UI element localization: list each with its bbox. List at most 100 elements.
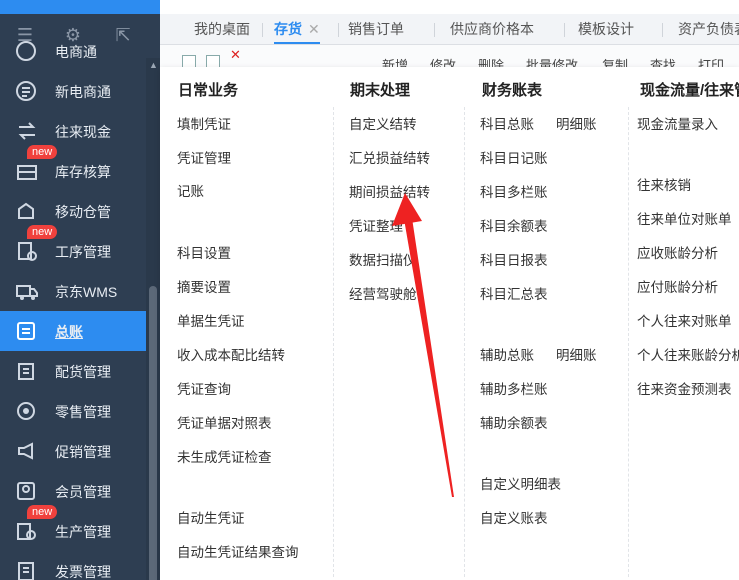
menu-item[interactable]: 应收账龄分析 bbox=[637, 242, 718, 262]
new-badge: new bbox=[27, 505, 58, 519]
menu-item[interactable]: 未生成凭证检查 bbox=[177, 446, 272, 466]
sidebar-item-label: 往来现金 bbox=[55, 124, 111, 140]
inventory-icon bbox=[15, 160, 39, 182]
menu-item[interactable]: 个人往来账龄分析 bbox=[637, 344, 739, 364]
menu-item[interactable]: 期间损益结转 bbox=[349, 181, 430, 201]
menu-item[interactable]: 摘要设置 bbox=[177, 276, 231, 296]
menu-item[interactable]: 明细账 bbox=[556, 113, 597, 133]
invoice-icon bbox=[15, 560, 39, 580]
menu-item[interactable]: 个人往来对账单 bbox=[637, 310, 732, 330]
menu-item[interactable]: 往来核销 bbox=[637, 174, 691, 194]
production-icon bbox=[15, 520, 39, 542]
sidebar-item-label: 京东WMS bbox=[55, 284, 118, 300]
column-divider bbox=[333, 107, 334, 577]
menu-item[interactable]: 自动生凭证 bbox=[177, 507, 245, 527]
sidebar-item-shengchanguanli[interactable]: new 生产管理 bbox=[0, 505, 146, 551]
exchange-icon bbox=[15, 120, 39, 142]
menu-item[interactable]: 凭证查询 bbox=[177, 378, 231, 398]
sidebar-item-label: 工序管理 bbox=[55, 244, 111, 260]
menu-item[interactable]: 数据扫描仪 bbox=[349, 249, 417, 269]
sidebar-item-label: 生产管理 bbox=[55, 524, 111, 540]
sidebar-item-dianshangtong[interactable]: 电商通 bbox=[0, 31, 146, 71]
tab-balance-sheet[interactable]: 资产负债表 bbox=[678, 14, 739, 44]
column-title-period-end: 期末处理 bbox=[350, 82, 411, 99]
menu-item[interactable]: 单据生凭证 bbox=[177, 310, 245, 330]
menu-item[interactable]: 汇兑损益结转 bbox=[349, 147, 430, 167]
sidebar-item-label: 新电商通 bbox=[55, 84, 111, 100]
sidebar-item-wanglaixianjin[interactable]: 往来现金 bbox=[0, 111, 146, 151]
tab-separator bbox=[564, 23, 565, 37]
tab-sales-order[interactable]: 销售订单 bbox=[348, 14, 404, 44]
menu-item[interactable]: 科目总账 bbox=[480, 113, 534, 133]
menu-item[interactable]: 辅助总账 bbox=[480, 344, 534, 364]
sidebar-item-cuxiaoguanli[interactable]: 促销管理 bbox=[0, 431, 146, 471]
tab-supplier-price-book[interactable]: 供应商价格本 bbox=[450, 14, 534, 44]
cloud-house-icon bbox=[15, 200, 39, 222]
scrollbar-thumb[interactable] bbox=[149, 286, 157, 580]
sidebar-item-label: 会员管理 bbox=[55, 484, 111, 500]
sidebar-item-zongzhang[interactable]: 总账 bbox=[0, 311, 146, 351]
menu-item[interactable]: 往来单位对账单 bbox=[637, 208, 732, 228]
sidebar-item-kucunhesuan[interactable]: new 库存核算 bbox=[0, 145, 146, 191]
sidebar-item-lingshouguanli[interactable]: 零售管理 bbox=[0, 391, 146, 431]
menu-item[interactable]: 收入成本配比结转 bbox=[177, 344, 285, 364]
sidebar-item-jingdongwms[interactable]: 京东WMS bbox=[0, 271, 146, 311]
menu-item[interactable]: 科目余额表 bbox=[480, 215, 548, 235]
delete-icon[interactable]: ✕ bbox=[230, 47, 241, 63]
member-icon bbox=[15, 480, 39, 502]
scroll-up-icon[interactable]: ▲ bbox=[149, 60, 158, 70]
sidebar-item-peihuoguanli[interactable]: 配货管理 bbox=[0, 351, 146, 391]
sidebar-item-label: 库存核算 bbox=[55, 164, 111, 180]
tab-label: 存货 bbox=[274, 21, 302, 37]
menu-item[interactable]: 凭证整理 bbox=[349, 215, 403, 235]
tab-inventory[interactable]: 存货 ✕ bbox=[274, 14, 320, 44]
sidebar-scrollbar[interactable]: ▲ bbox=[146, 58, 160, 580]
tab-bar: 我的桌面 存货 ✕ 销售订单 供应商价格本 模板设计 资产负债表 bbox=[160, 14, 739, 45]
menu-item[interactable]: 自动生凭证结果查询 bbox=[177, 541, 299, 561]
truck-icon bbox=[15, 280, 39, 302]
menu-item[interactable]: 自定义明细表 bbox=[480, 473, 561, 493]
process-icon bbox=[15, 240, 39, 262]
menu-item[interactable]: 科目日记账 bbox=[480, 147, 548, 167]
menu-item[interactable]: 科目设置 bbox=[177, 242, 231, 262]
menu-item[interactable]: 科目汇总表 bbox=[480, 283, 548, 303]
tab-my-desktop[interactable]: 我的桌面 bbox=[194, 14, 250, 44]
tab-separator bbox=[434, 23, 435, 37]
sidebar-item-label: 促销管理 bbox=[55, 444, 111, 460]
menu-item[interactable]: 自定义账表 bbox=[480, 507, 548, 527]
column-title-cashflow: 现金流量/往来管理 bbox=[640, 82, 739, 99]
menu-item[interactable]: 科目日报表 bbox=[480, 249, 548, 269]
megaphone-icon bbox=[15, 440, 39, 462]
new-badge: new bbox=[27, 145, 58, 159]
general-ledger-menu: 日常业务 期末处理 财务账表 现金流量/往来管理 填制凭证 凭证管理 记账 科目… bbox=[160, 67, 739, 580]
sidebar: ☰ ⚙ ⇱ 电商通 新电商通 往来现金 new 库存核算 移动仓管 new 工序… bbox=[0, 0, 160, 580]
column-title-daily: 日常业务 bbox=[178, 82, 239, 99]
tab-separator bbox=[662, 23, 663, 37]
menu-item[interactable]: 凭证管理 bbox=[177, 147, 231, 167]
sidebar-item-yidongcangguan[interactable]: 移动仓管 bbox=[0, 191, 146, 231]
new-badge: new bbox=[27, 225, 58, 239]
retail-icon bbox=[15, 400, 39, 422]
menu-item[interactable]: 科目多栏账 bbox=[480, 181, 548, 201]
tab-separator bbox=[338, 23, 339, 37]
menu-item[interactable]: 往来资金预测表 bbox=[637, 378, 732, 398]
menu-item[interactable]: 自定义结转 bbox=[349, 113, 417, 133]
menu-item[interactable]: 凭证单据对照表 bbox=[177, 412, 272, 432]
menu-item[interactable]: 辅助多栏账 bbox=[480, 378, 548, 398]
sidebar-item-fapiaoguanli[interactable]: 发票管理 bbox=[0, 551, 146, 580]
menu-item[interactable]: 辅助余额表 bbox=[480, 412, 548, 432]
sidebar-item-label: 零售管理 bbox=[55, 404, 111, 420]
menu-item[interactable]: 明细账 bbox=[556, 344, 597, 364]
tab-template-design[interactable]: 模板设计 bbox=[578, 14, 634, 44]
sidebar-item-xindianshangtong[interactable]: 新电商通 bbox=[0, 71, 146, 111]
close-icon[interactable]: ✕ bbox=[308, 21, 320, 37]
menu-item[interactable]: 经营驾驶舱 bbox=[349, 283, 417, 303]
menu-item[interactable]: 填制凭证 bbox=[177, 113, 231, 133]
menu-item[interactable]: 记账 bbox=[177, 180, 204, 200]
column-title-reports: 财务账表 bbox=[482, 82, 543, 99]
menu-item[interactable]: 应付账龄分析 bbox=[637, 276, 718, 296]
toolbar: ✕ 新增 修改 删除 批量修改 复制 查找 打印 bbox=[160, 45, 739, 68]
menu-item[interactable]: 现金流量录入 bbox=[637, 113, 718, 133]
sidebar-item-huiyuanguanli[interactable]: 会员管理 bbox=[0, 471, 146, 511]
sidebar-item-gongxuguanli[interactable]: new 工序管理 bbox=[0, 225, 146, 271]
